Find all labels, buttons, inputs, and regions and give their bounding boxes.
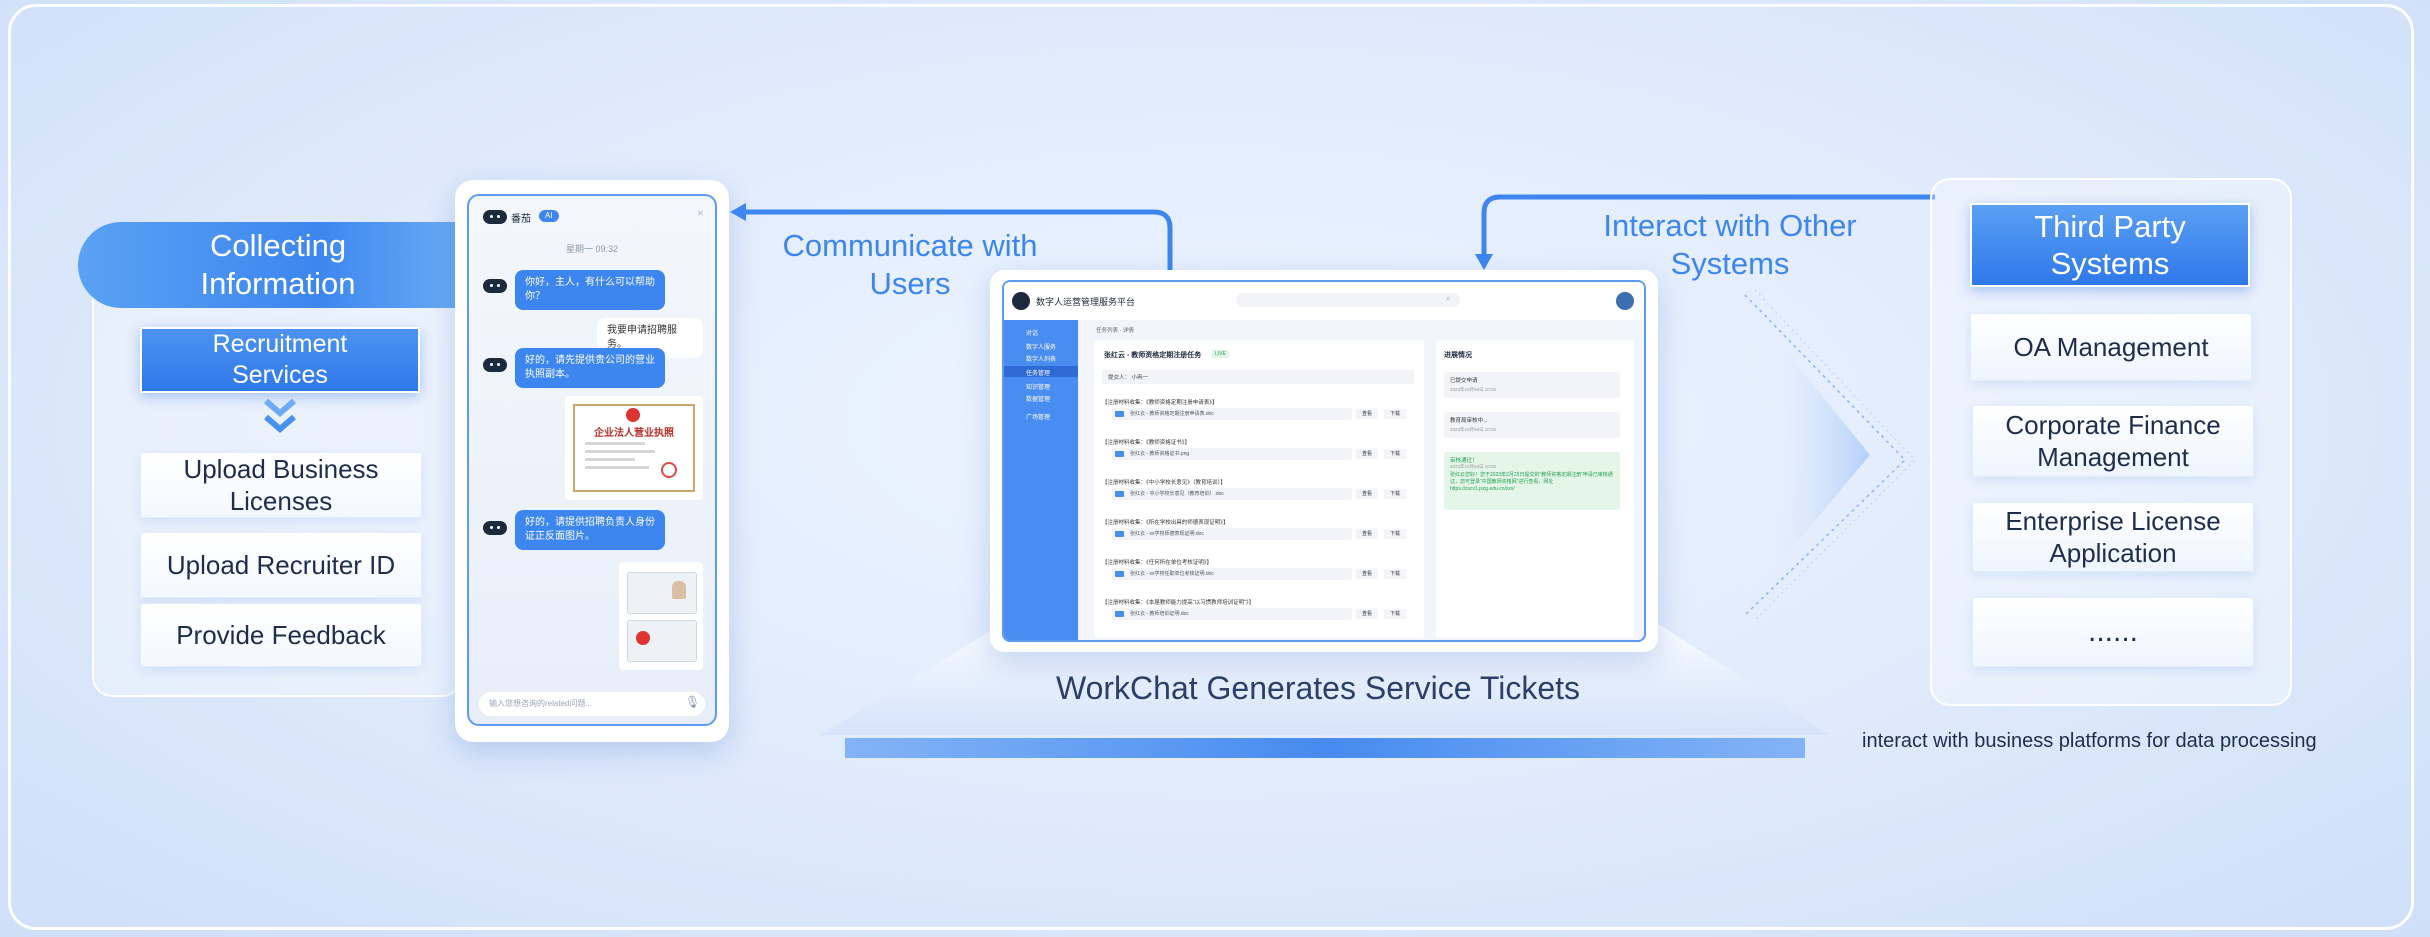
ticket-file-row[interactable]: 张红云 - 中小学校长意见（教育培训）.doc [1112,488,1352,500]
ticket-file-row[interactable]: 张红云 - 教师培训证明.doc [1112,608,1352,620]
header-search-input[interactable]: ⌕ [1236,293,1460,307]
progress-item: 教育局审核中... [1450,418,1488,424]
file-name: 张红云 - 教师资格证书.png [1130,451,1190,457]
progress-card: 已提交申请 2023年10月08日 10:06 [1444,372,1620,398]
progress-title: 进展情况 [1444,352,1472,359]
file-name: 张红云 - 教师培训证明.doc [1130,611,1189,617]
view-button[interactable]: 查看 [1356,529,1378,539]
app-sidebar: 对话 数字人服务 数字人列表 任务管理 知识管理 数据管理 广场管理 [1004,320,1078,640]
workchat-caption: WorkChat Generates Service Tickets [1055,670,1581,706]
progress-item: 已提交申请 [1450,378,1478,384]
system-more: ...... [1972,597,2254,667]
download-button[interactable]: 下载 [1384,529,1406,539]
sidebar-item-label: 任务管理 [1026,371,1051,377]
ticket-row-title: 【注册材料收集：《教师资格证书》】 [1102,440,1191,446]
third-party-title: Third Party Systems [2034,209,2186,281]
file-name: 张红云 - 教师资格定期注册申请表.doc [1130,411,1214,417]
sidebar-item-digital[interactable]: 数字人服务 [1026,342,1056,351]
app-title: 数字人运营管理服务平台 [1036,297,1136,307]
ticket-row-title: 【注册材料收集：《所在学校出具的师德表现证明》】 [1102,520,1229,526]
ticket-title: 张红云 - 教师资格定期注册任务 [1104,352,1202,359]
view-button[interactable]: 查看 [1356,569,1378,579]
progress-date: 2023年10月08日 10:06 [1450,387,1497,392]
progress-card: 教育局审核中... 2023年10月08日 10:06 [1444,412,1620,438]
ticket-file-row[interactable]: 张红云 - xx学校任职单位考核证明.doc [1112,568,1352,580]
ticket-row-title: 【注册材料收集：《本届教师能力提高“以习惯教师培训证明”》】 [1102,600,1255,606]
submitter-field: 提交人： 小冉一 [1102,370,1414,384]
status-badge: LIVE [1212,350,1229,358]
notice-title: 审核通过！ [1450,458,1478,464]
file-name: 张红云 - 中小学校长意见（教育培训）.doc [1130,491,1224,497]
submitter-text: 提交人： 小冉一 [1108,375,1149,381]
view-button[interactable]: 查看 [1356,609,1378,619]
download-button[interactable]: 下载 [1384,569,1406,579]
sidebar-item-square[interactable]: 广场管理 [1026,412,1050,421]
file-icon [1115,571,1124,577]
robot-logo-icon [1012,292,1030,310]
view-button[interactable]: 查看 [1356,409,1378,419]
third-party-header: Third Party Systems [1970,203,2250,287]
progress-panel: 进展情况 已提交申请 2023年10月08日 10:06 教育局审核中... 2… [1436,340,1634,638]
notice-text: 张红云您好！您于2023年2月25日提交的“教师资格定期注册”申请已审核通过，您… [1450,472,1613,492]
workchat-laptop: 数字人运营管理服务平台 ⌕ 对话 数字人服务 数字人列表 任务管理 知识管理 数… [990,270,1658,652]
ticket-detail-panel: 张红云 - 教师资格定期注册任务 LIVE 提交人： 小冉一 【注册材料收集：《… [1094,340,1424,638]
system-corporate-finance: Corporate Finance Management [1972,405,2254,477]
download-button[interactable]: 下载 [1384,449,1406,459]
system-label: Corporate Finance Management [2005,410,2221,472]
file-icon [1115,491,1124,497]
ticket-row-title: 【注册材料收集：《中小学校长意见》（教育培训）】 [1102,480,1226,486]
system-label: Enterprise License Application [2005,506,2221,568]
app-header: 数字人运营管理服务平台 ⌕ [1004,282,1644,320]
sidebar-item-knowledge[interactable]: 知识管理 [1026,382,1050,391]
file-icon [1115,451,1124,457]
sidebar-item-tasks-active[interactable]: 任务管理 [1004,366,1078,377]
ticket-row-title: 【注册材料收集：《教师资格定期注册申请表》】 [1102,400,1218,406]
view-button[interactable]: 查看 [1356,449,1378,459]
download-button[interactable]: 下载 [1384,409,1406,419]
ticket-row-title: 【注册材料收集：《任何所在单位考核证明》】 [1102,560,1213,566]
file-name: 张红云 - xx学校任职单位考核证明.doc [1130,571,1214,577]
view-button[interactable]: 查看 [1356,489,1378,499]
sidebar-item-chat[interactable]: 对话 [1026,328,1038,337]
progress-date: 2023年10月08日 10:06 [1450,427,1497,432]
system-oa-management: OA Management [1970,313,2252,381]
download-button[interactable]: 下载 [1384,609,1406,619]
sidebar-item-list[interactable]: 数字人列表 [1026,354,1056,363]
system-label: ...... [2087,615,2138,648]
ticket-file-row[interactable]: 张红云 - 教师资格证书.png [1112,448,1352,460]
sidebar-item-data[interactable]: 数据管理 [1026,394,1050,403]
ticket-file-row[interactable]: 张红云 - 教师资格定期注册申请表.doc [1112,408,1352,420]
file-icon [1115,611,1124,617]
approval-notice: 审核通过！ 2023年10月08日 10:06 张红云您好！您于2023年2月2… [1444,452,1620,510]
user-avatar[interactable] [1616,292,1634,310]
download-button[interactable]: 下载 [1384,489,1406,499]
notice-date: 2023年10月08日 10:06 [1450,464,1497,469]
laptop-screen: 数字人运营管理服务平台 ⌕ 对话 数字人服务 数字人列表 任务管理 知识管理 数… [1002,280,1646,642]
file-name: 张红云 - xx学校师德表现证明.doc [1130,531,1204,537]
file-icon [1115,411,1124,417]
ticket-file-row[interactable]: 张红云 - xx学校师德表现证明.doc [1112,528,1352,540]
system-enterprise-license: Enterprise License Application [1972,502,2254,572]
file-icon [1115,531,1124,537]
breadcrumb: 任务列表 · 详情 [1096,328,1134,334]
footnote: interact with business platforms for dat… [1862,730,2317,752]
search-icon: ⌕ [1446,294,1451,303]
system-label: OA Management [2013,332,2209,362]
